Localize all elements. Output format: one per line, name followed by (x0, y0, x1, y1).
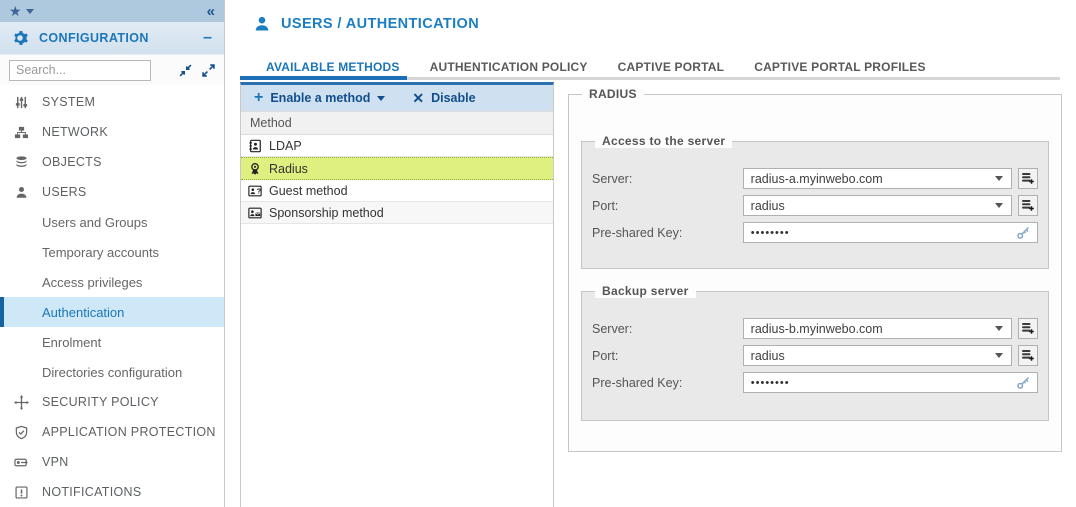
sidebar-search-row (0, 55, 224, 85)
methods-toolbar: + Enable a method ✕ Disable (241, 85, 553, 111)
sidebar-menu: SYSTEM NETWORK OBJECTS USERS User (0, 85, 224, 507)
preshared-key-field-row: Pre-shared Key: •••••••• (592, 222, 1038, 243)
page-header: USERS / AUTHENTICATION (253, 15, 479, 33)
add-object-icon (1021, 172, 1034, 185)
app-root: ★ « CONFIGURATION – (0, 0, 1076, 507)
collapse-section-icon[interactable]: – (203, 29, 212, 47)
database-icon (13, 154, 30, 171)
enable-method-button[interactable]: + Enable a method (254, 90, 385, 106)
preshared-key-field-row: Pre-shared Key: •••••••• (592, 372, 1038, 393)
add-object-icon (1021, 199, 1034, 212)
move-crosshair-icon (13, 394, 30, 411)
port-input[interactable]: radius (743, 195, 1012, 216)
network-icon (13, 124, 30, 141)
port-field-row: Port: radius (592, 345, 1038, 366)
main-content: USERS / AUTHENTICATION AVAILABLE METHODS… (226, 0, 1076, 507)
favorites-star-icon[interactable]: ★ (9, 4, 22, 18)
add-object-button[interactable] (1018, 318, 1038, 339)
page-title: USERS / AUTHENTICATION (281, 16, 479, 32)
method-row-ldap[interactable]: LDAP (241, 135, 553, 157)
sidebar-item-temporary-accounts[interactable]: Temporary accounts (0, 237, 224, 267)
add-object-button[interactable] (1018, 168, 1038, 189)
search-input[interactable] (9, 60, 151, 81)
backup-server-input[interactable]: radius-b.myinwebo.com (743, 318, 1012, 339)
tab-strip-divider (407, 77, 1060, 80)
configuration-section-header[interactable]: CONFIGURATION – (0, 22, 224, 55)
backup-port-input[interactable]: radius (743, 345, 1012, 366)
sidebar-item-notifications[interactable]: NOTIFICATIONS (0, 477, 224, 507)
access-to-server-legend: Access to the server (595, 134, 732, 148)
chevron-down-icon (377, 96, 385, 101)
radius-settings-panel: RADIUS Access to the server Server: radi… (568, 94, 1062, 452)
key-icon[interactable] (1014, 225, 1032, 240)
dropdown-caret-icon[interactable] (992, 203, 1006, 208)
sidebar-item-authentication[interactable]: Authentication (0, 297, 224, 327)
server-field-row: Server: radius-b.myinwebo.com (592, 318, 1038, 339)
collapse-sidebar-icon[interactable]: « (207, 3, 215, 20)
tab-captive-portal-profiles[interactable]: CAPTIVE PORTAL PROFILES (754, 60, 926, 74)
dropdown-caret-icon[interactable] (992, 326, 1006, 331)
preshared-key-input[interactable]: •••••••• (743, 222, 1038, 243)
sponsorship-icon (248, 206, 262, 220)
backup-server-group: Backup server Server: radius-b.myinwebo.… (581, 291, 1049, 421)
collapse-all-icon[interactable] (179, 64, 192, 77)
sidebar-item-vpn[interactable]: VPN (0, 447, 224, 477)
certificate-icon (248, 162, 262, 176)
sidebar-item-objects[interactable]: OBJECTS (0, 147, 224, 177)
active-tab-underline (240, 76, 407, 80)
key-icon[interactable] (1014, 375, 1032, 390)
sidebar-topbar: ★ « (0, 0, 224, 22)
x-icon: ✕ (412, 91, 424, 105)
add-object-button[interactable] (1018, 345, 1038, 366)
sidebar: ★ « CONFIGURATION – (0, 0, 225, 507)
sidebar-item-enrolment[interactable]: Enrolment (0, 327, 224, 357)
tab-authentication-policy[interactable]: AUTHENTICATION POLICY (430, 60, 588, 74)
svg-text:?: ? (257, 188, 261, 195)
method-column-header[interactable]: Method (241, 111, 553, 135)
disable-button[interactable]: ✕ Disable (412, 91, 475, 105)
sidebar-item-security-policy[interactable]: SECURITY POLICY (0, 387, 224, 417)
address-book-icon (248, 139, 262, 153)
configuration-label: CONFIGURATION (39, 31, 149, 45)
users-header-icon (253, 15, 271, 33)
sliders-icon (13, 94, 30, 111)
port-field-row: Port: radius (592, 195, 1038, 216)
sidebar-item-application-protection[interactable]: APPLICATION PROTECTION (0, 417, 224, 447)
method-row-sponsorship[interactable]: Sponsorship method (241, 202, 553, 224)
add-object-icon (1021, 349, 1034, 362)
server-input[interactable]: radius-a.myinwebo.com (743, 168, 1012, 189)
expand-all-icon[interactable] (202, 64, 215, 77)
method-row-radius[interactable]: Radius (241, 157, 553, 180)
favorites-caret-icon[interactable] (26, 9, 34, 14)
server-field-row: Server: radius-a.myinwebo.com (592, 168, 1038, 189)
dropdown-caret-icon[interactable] (992, 353, 1006, 358)
backup-server-legend: Backup server (595, 284, 696, 298)
add-object-button[interactable] (1018, 195, 1038, 216)
sidebar-item-system[interactable]: SYSTEM (0, 87, 224, 117)
dropdown-caret-icon[interactable] (992, 176, 1006, 181)
alert-icon (13, 484, 30, 501)
add-object-icon (1021, 322, 1034, 335)
sidebar-item-directories-configuration[interactable]: Directories configuration (0, 357, 224, 387)
tab-captive-portal[interactable]: CAPTIVE PORTAL (618, 60, 725, 74)
sidebar-item-users-and-groups[interactable]: Users and Groups (0, 207, 224, 237)
access-to-server-group: Access to the server Server: radius-a.my… (581, 141, 1049, 269)
user-icon (13, 184, 30, 201)
sidebar-item-users[interactable]: USERS (0, 177, 224, 207)
radius-legend: RADIUS (582, 87, 644, 101)
sidebar-item-network[interactable]: NETWORK (0, 117, 224, 147)
tab-strip: AVAILABLE METHODS AUTHENTICATION POLICY … (266, 60, 926, 74)
vpn-tunnel-icon (13, 454, 30, 471)
sidebar-item-access-privileges[interactable]: Access privileges (0, 267, 224, 297)
backup-preshared-key-input[interactable]: •••••••• (743, 372, 1038, 393)
gear-icon (12, 30, 28, 46)
method-row-guest[interactable]: ? Guest method (241, 180, 553, 202)
plus-icon: + (254, 90, 263, 106)
tab-available-methods[interactable]: AVAILABLE METHODS (266, 60, 400, 74)
methods-panel: + Enable a method ✕ Disable Method LDAP (240, 82, 554, 507)
guest-icon: ? (248, 184, 262, 198)
shield-icon (13, 424, 30, 441)
